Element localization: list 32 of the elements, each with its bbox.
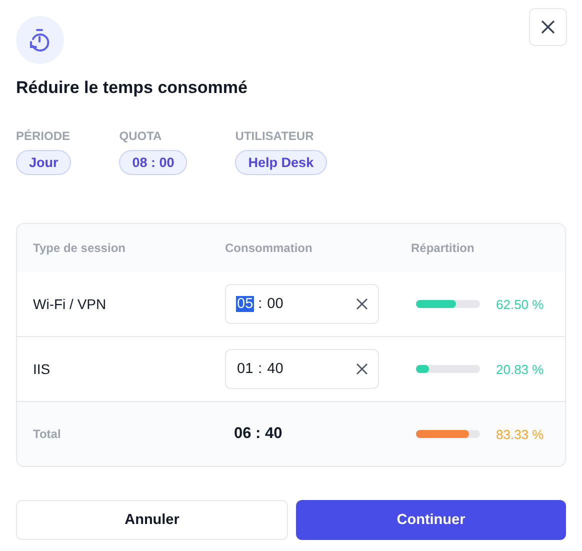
clear-icon[interactable] — [356, 298, 368, 310]
meta-label: QUOTA — [119, 129, 162, 143]
time-segment[interactable]: 00 — [266, 296, 284, 312]
continue-button[interactable]: Continuer — [296, 500, 566, 540]
meta-chip: Jour — [16, 150, 72, 175]
column-header: Consommation — [225, 241, 314, 255]
time-segment[interactable]: 40 — [266, 361, 284, 377]
time-field[interactable]: 01 : 40 — [225, 349, 379, 389]
time-segment[interactable]: 01 — [236, 361, 254, 377]
time-segment[interactable]: 05 — [236, 296, 254, 312]
share-percent: 20.83 % — [496, 362, 544, 376]
timer-reset-icon — [29, 28, 51, 52]
total-time: 06 : 40 — [233, 425, 284, 443]
dialog-title: Réduire le temps consommé — [16, 78, 248, 98]
column-header: Type de session — [33, 241, 126, 255]
meta-label: UTILISATEUR — [235, 129, 314, 143]
meta-chip: Help Desk — [235, 150, 327, 175]
time-separator: : — [258, 361, 262, 377]
share-percent: 83.33 % — [496, 426, 544, 442]
column-header: Répartition — [411, 241, 476, 255]
close-button[interactable] — [529, 8, 567, 46]
share-percent: 62.50 % — [496, 296, 544, 312]
close-icon — [541, 20, 555, 34]
meta-label: PÉRIODE — [16, 129, 70, 143]
session-type: Wi-Fi / VPN — [33, 296, 108, 312]
session-type: IIS — [33, 361, 52, 377]
time-field[interactable]: 05 : 00 — [225, 284, 379, 324]
time-separator: : — [258, 296, 262, 312]
total-label: Total — [33, 427, 62, 441]
cancel-button[interactable]: Annuler — [16, 500, 288, 540]
clear-icon[interactable] — [356, 363, 368, 375]
meta-chip: 08 : 00 — [119, 150, 188, 175]
